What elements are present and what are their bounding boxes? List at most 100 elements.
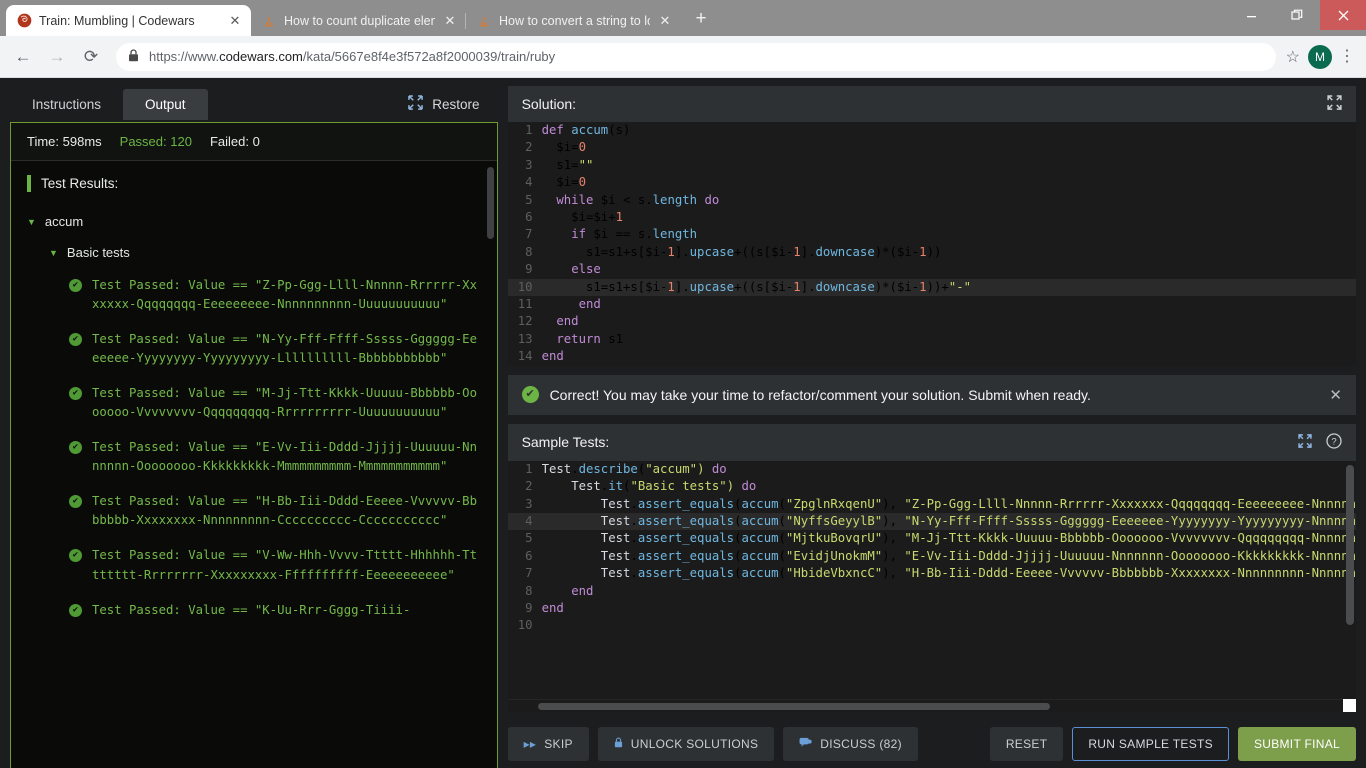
line-number: 1 xyxy=(525,123,533,137)
accent-bar xyxy=(27,175,31,192)
code-text: Test.assert_equals(accum("NyffsGeyylB"),… xyxy=(600,513,1356,528)
code-line: 10 xyxy=(508,617,1356,634)
code-line: 2 Test.it("Basic tests") do xyxy=(508,478,1356,495)
unlock-solutions-button[interactable]: UNLOCK SOLUTIONS xyxy=(597,727,775,761)
submit-final-button[interactable]: SUBMIT FINAL xyxy=(1237,727,1356,761)
line-number: 6 xyxy=(525,548,533,563)
line-number: 2 xyxy=(525,140,533,155)
time-label: Time: 598ms xyxy=(27,134,102,149)
back-icon[interactable]: ← xyxy=(8,42,38,72)
code-line: 4 Test.assert_equals(accum("NyffsGeyylB"… xyxy=(507,512,1356,531)
test-results-body: Test Results: ▼ accum ▼ Basic tests ✔ Tes… xyxy=(11,161,497,768)
code-text: $i=0 xyxy=(541,140,586,155)
reset-button[interactable]: RESET xyxy=(989,727,1064,761)
solution-code-editor[interactable]: 1 def accum(s) 2 $i=0 3 s1="" 4 $i=0 5 while … xyxy=(507,122,1356,366)
line-number: 3 xyxy=(525,496,533,511)
line-number: 2 xyxy=(525,479,533,494)
restore-label: Restore xyxy=(432,96,480,112)
close-icon[interactable]: ✕ xyxy=(1329,386,1342,404)
minimize-button[interactable] xyxy=(1228,0,1274,30)
forward-icon[interactable]: → xyxy=(42,42,72,72)
help-icon[interactable]: ? xyxy=(1326,433,1342,452)
code-text: end xyxy=(578,297,601,312)
tab-close-icon[interactable]: ✕ xyxy=(657,13,673,29)
alert-message: Correct! You may take your time to refac… xyxy=(549,386,1091,403)
restore-button[interactable]: Restore xyxy=(408,95,497,113)
scroll-corner xyxy=(1343,699,1356,712)
sample-tests-code-editor[interactable]: 1 Test.describe("accum") do 2 Test.it("Bas… xyxy=(507,460,1356,699)
check-circle-icon: ✔ xyxy=(521,386,539,404)
line-number: 9 xyxy=(525,600,533,615)
code-line: 5 Test.assert_equals(accum("MjtkuBovqrU"… xyxy=(508,530,1356,547)
browser-tab-2[interactable]: How to convert a string to lower ✕ xyxy=(465,5,681,36)
line-number: 5 xyxy=(525,192,533,207)
tab-instructions[interactable]: Instructions xyxy=(10,89,123,120)
code-text: end xyxy=(556,314,579,329)
test-result-row: ✔ Test Passed: Value == "Z-Pp-Ggg-Llll-Nn… xyxy=(27,276,481,314)
solution-header: Solution: xyxy=(507,86,1356,122)
test-results-label: Test Results: xyxy=(41,176,119,191)
skip-button[interactable]: ▸▸ SKIP xyxy=(507,727,589,761)
address-bar[interactable]: https://www.codewars.com/kata/5667e8f4e3… xyxy=(116,42,1276,71)
test-result-text: Test Passed: Value == "K-Uu-Rrr-Gggg-Tii… xyxy=(92,602,411,617)
left-pane: Instructions Output Restore Time: 598ms … xyxy=(10,86,498,768)
browser-tabstrip: Train: Mumbling | Codewars ✕ How to coun… xyxy=(0,0,715,36)
expand-arrows-icon[interactable] xyxy=(1327,95,1342,113)
line-number: 3 xyxy=(525,157,533,172)
code-text: s1=s1+s[$i-1].upcase+((s[$i-1].downcase)… xyxy=(541,244,942,259)
code-text: if $i == s.length xyxy=(571,227,698,242)
check-circle-icon: ✔ xyxy=(69,387,82,401)
tab-output[interactable]: Output xyxy=(123,88,208,120)
code-line: 13 return s1 xyxy=(508,331,1356,348)
run-sample-tests-button[interactable]: RUN SAMPLE TESTS xyxy=(1072,727,1229,761)
test-result-text: Test Passed: Value == "N-Yy-Fff-Ffff-Sss… xyxy=(92,332,477,366)
test-result-text: Test Passed: Value == "V-Ww-Hhh-Vvvv-Ttt… xyxy=(92,548,477,582)
test-result-row: ✔ Test Passed: Value == "N-Yy-Fff-Ffff-Ss… xyxy=(27,330,481,368)
failed-label: Failed: 0 xyxy=(209,134,260,149)
avatar[interactable]: M xyxy=(1308,44,1332,69)
reload-icon[interactable]: ⟳ xyxy=(76,42,106,72)
tree-suite-basic-tests[interactable]: ▼ Basic tests xyxy=(27,245,481,260)
check-circle-icon: ✔ xyxy=(69,549,82,563)
browser-toolbar: ← → ⟳ https://www.codewars.com/kata/5667… xyxy=(0,36,1366,78)
action-buttons: ▸▸ SKIP UNLOCK SOLUTIONS DISCUSS (82) RE… xyxy=(507,721,1356,768)
line-number: 8 xyxy=(525,583,533,598)
code-text: Test.assert_equals(accum("ZpglnRxqenU"),… xyxy=(600,496,1356,511)
unlock-label: UNLOCK SOLUTIONS xyxy=(630,737,759,751)
page-content: Instructions Output Restore Time: 598ms … xyxy=(0,78,1366,768)
new-tab-button[interactable]: + xyxy=(687,6,715,34)
test-result-text: Test Passed: Value == "E-Vv-Iii-Dddd-Jjj… xyxy=(92,440,477,474)
chrome-menu-icon[interactable]: ⋮ xyxy=(1336,48,1358,65)
lock-icon xyxy=(614,737,623,751)
code-text: return s1 xyxy=(556,331,624,346)
tab-close-icon[interactable]: ✕ xyxy=(227,13,243,29)
lock-icon xyxy=(128,48,139,65)
java-icon xyxy=(476,13,492,29)
code-text: $i=0 xyxy=(541,175,586,190)
close-window-button[interactable] xyxy=(1320,0,1366,30)
java-icon xyxy=(261,13,277,29)
sample-vertical-scrollbar[interactable] xyxy=(1346,464,1354,625)
test-result-text: Test Passed: Value == "M-Jj-Ttt-Kkkk-Uuu… xyxy=(92,386,477,420)
discuss-label: DISCUSS (82) xyxy=(820,737,902,751)
expand-arrows-icon[interactable] xyxy=(1298,433,1312,451)
scroll-thumb[interactable] xyxy=(537,703,1050,710)
browser-tab-1[interactable]: How to count duplicate elements ✕ xyxy=(251,5,466,36)
tab-close-icon[interactable]: ✕ xyxy=(442,13,458,29)
maximize-restore-button[interactable] xyxy=(1274,0,1320,30)
tree-group-accum[interactable]: ▼ accum xyxy=(27,214,481,229)
output-scrollbar[interactable] xyxy=(486,167,494,239)
window-controls xyxy=(1228,0,1366,30)
discuss-button[interactable]: DISCUSS (82) xyxy=(783,727,918,761)
code-line: 14 end xyxy=(508,348,1356,365)
sample-horizontal-scrollbar[interactable] xyxy=(507,699,1356,712)
test-result-list: ✔ Test Passed: Value == "Z-Pp-Ggg-Llll-Nn… xyxy=(27,276,481,620)
fast-forward-icon: ▸▸ xyxy=(523,737,537,751)
bookmark-star-icon[interactable]: ☆ xyxy=(1286,47,1300,67)
code-text: Test.assert_equals(accum("HbideVbxncC"),… xyxy=(600,566,1356,581)
code-text: Test.assert_equals(accum("MjtkuBovqrU"),… xyxy=(600,531,1356,546)
svg-text:?: ? xyxy=(1331,436,1336,447)
line-number: 5 xyxy=(525,531,533,546)
browser-tab-0[interactable]: Train: Mumbling | Codewars ✕ xyxy=(6,5,251,36)
